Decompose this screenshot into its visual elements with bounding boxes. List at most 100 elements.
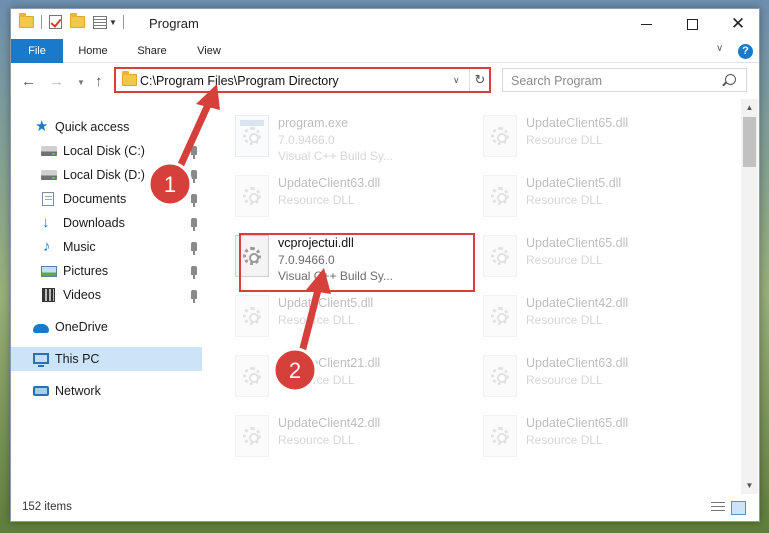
customize-view-icon[interactable] — [93, 15, 107, 29]
new-folder-icon[interactable] — [70, 13, 85, 28]
expand-ribbon-chevron-icon[interactable]: ∨ — [716, 43, 723, 54]
sidebar-item-documents[interactable]: Documents — [11, 187, 202, 211]
file-item-program-exe[interactable]: program.exe 7.0.9466.0 Visual C++ Build … — [231, 107, 471, 163]
up-arrow-icon[interactable]: ↑ — [95, 73, 103, 90]
file-item-updateclient65-dll[interactable]: UpdateClient65.dll Resource DLL — [479, 107, 719, 163]
file-item-updateclient63-dll[interactable]: UpdateClient63.dll Resource DLL — [479, 347, 719, 403]
star-icon: ★ — [35, 118, 49, 135]
file-item-updateclient5-dll[interactable]: UpdateClient5.dll Resource DLL — [231, 287, 471, 343]
minimize-button[interactable] — [623, 9, 669, 39]
file-type: Resource DLL — [526, 133, 603, 147]
help-icon[interactable]: ? — [738, 44, 753, 59]
sidebar-item-label: Downloads — [63, 216, 125, 230]
gear-icon — [491, 247, 509, 265]
sidebar-item-network[interactable]: Network — [11, 379, 202, 403]
sidebar-item-videos[interactable]: Videos — [11, 283, 202, 307]
file-list: program.exe 7.0.9466.0 Visual C++ Build … — [227, 99, 741, 494]
selected-file-highlight — [239, 233, 475, 292]
details-view-icon[interactable] — [711, 502, 725, 514]
file-type: Resource DLL — [526, 433, 603, 447]
file-version: 7.0.9466.0 — [278, 133, 335, 147]
drive-icon — [41, 170, 57, 180]
sidebar-item-pictures[interactable]: Pictures — [11, 259, 202, 283]
address-bar-highlight — [114, 67, 491, 93]
this-pc-icon — [33, 353, 49, 367]
file-type: Resource DLL — [278, 313, 355, 327]
search-box[interactable]: Search Program — [502, 68, 747, 92]
sidebar-item-quick-access[interactable]: ★ Quick access — [11, 115, 202, 139]
sidebar-item-label: Pictures — [63, 264, 109, 278]
vertical-scrollbar[interactable]: ▲ ▼ — [741, 99, 758, 494]
sidebar-item-label: Documents — [63, 192, 127, 206]
gear-icon — [243, 127, 261, 145]
maximize-button[interactable] — [669, 9, 715, 39]
forward-arrow-icon[interactable]: → — [49, 73, 64, 90]
file-item-updateclient65-dll[interactable]: UpdateClient65.dll Resource DLL — [479, 227, 719, 283]
file-item-updateclient21-dll[interactable]: UpdateClient21.dll Resource DLL — [231, 347, 471, 403]
explorer-window: ▼ Program ✕ File Home Share View ∨ ? ← →… — [10, 8, 760, 522]
scroll-down-arrow-icon[interactable]: ▼ — [741, 477, 758, 494]
sidebar-item-label: Music — [63, 240, 96, 254]
sidebar-item-onedrive[interactable]: OneDrive — [11, 315, 202, 339]
file-description: Visual C++ Build Sy... — [278, 149, 393, 163]
recent-locations-chevron-icon[interactable]: ▼ — [77, 78, 85, 87]
tab-share[interactable]: Share — [129, 39, 175, 63]
file-name: UpdateClient42.dll — [278, 416, 381, 430]
pin-icon[interactable] — [191, 194, 197, 207]
properties-check-icon[interactable] — [49, 15, 62, 29]
gear-icon — [491, 367, 509, 385]
file-name: UpdateClient65.dll — [526, 116, 629, 130]
pin-icon[interactable] — [191, 242, 197, 255]
minimize-icon — [640, 23, 652, 25]
pin-icon[interactable] — [191, 170, 197, 183]
tab-view[interactable]: View — [187, 39, 231, 63]
file-item-updateclient42-dll[interactable]: UpdateClient42.dll Resource DLL — [479, 287, 719, 343]
back-arrow-icon[interactable]: ← — [21, 73, 36, 90]
navigation-bar: ← → ▼ ↑ C:\Program Files\Program Directo… — [11, 63, 759, 99]
file-type: Resource DLL — [526, 313, 603, 327]
file-type: Resource DLL — [278, 373, 355, 387]
customize-toolbar-chevron-icon[interactable]: ▼ — [109, 18, 117, 27]
sidebar-item-music[interactable]: ♪ Music — [11, 235, 202, 259]
file-item-updateclient63-dll[interactable]: UpdateClient63.dll Resource DLL — [231, 167, 471, 223]
file-name: UpdateClient42.dll — [526, 296, 629, 310]
dll-file-icon — [483, 355, 517, 397]
documents-icon — [42, 192, 54, 206]
file-name: UpdateClient5.dll — [526, 176, 622, 190]
file-type: Resource DLL — [526, 373, 603, 387]
pictures-icon — [41, 266, 57, 277]
ribbon-tabs: File Home Share View ∨ ? — [11, 39, 759, 63]
file-name: UpdateClient5.dll — [278, 296, 374, 310]
pin-icon[interactable] — [191, 290, 197, 303]
sidebar-item-local-disk-d[interactable]: Local Disk (D:) — [11, 163, 202, 187]
scrollbar-thumb[interactable] — [743, 117, 756, 167]
tab-home[interactable]: Home — [72, 39, 114, 63]
file-item-updateclient42-dll[interactable]: UpdateClient42.dll Resource DLL — [231, 407, 471, 463]
search-icon[interactable] — [725, 74, 736, 85]
onedrive-icon — [33, 324, 49, 333]
quick-access-toolbar: ▼ — [19, 13, 124, 29]
file-item-updateclient5-dll[interactable]: UpdateClient5.dll Resource DLL — [479, 167, 719, 223]
pin-icon[interactable] — [191, 266, 197, 279]
dll-file-icon — [483, 415, 517, 457]
close-button[interactable]: ✕ — [715, 9, 761, 39]
pin-icon[interactable] — [191, 146, 197, 159]
file-type: Resource DLL — [526, 193, 603, 207]
videos-icon — [42, 288, 55, 302]
sidebar-item-downloads[interactable]: ↓ Downloads — [11, 211, 202, 235]
dll-file-icon — [235, 415, 269, 457]
scroll-up-arrow-icon[interactable]: ▲ — [741, 99, 758, 116]
gear-icon — [243, 187, 261, 205]
tab-file[interactable]: File — [11, 39, 63, 63]
pin-icon[interactable] — [191, 218, 197, 231]
gear-icon — [491, 187, 509, 205]
file-name: UpdateClient65.dll — [526, 236, 629, 250]
file-name: UpdateClient65.dll — [526, 416, 629, 430]
large-icons-view-icon[interactable] — [731, 501, 746, 515]
title-bar: ▼ Program ✕ — [11, 9, 759, 39]
sidebar-item-local-disk-c[interactable]: Local Disk (C:) — [11, 139, 202, 163]
sidebar-item-this-pc[interactable]: This PC — [11, 347, 202, 371]
search-input[interactable]: Search Program — [511, 74, 602, 88]
file-item-updateclient65-dll[interactable]: UpdateClient65.dll Resource DLL — [479, 407, 719, 463]
gear-icon — [491, 127, 509, 145]
